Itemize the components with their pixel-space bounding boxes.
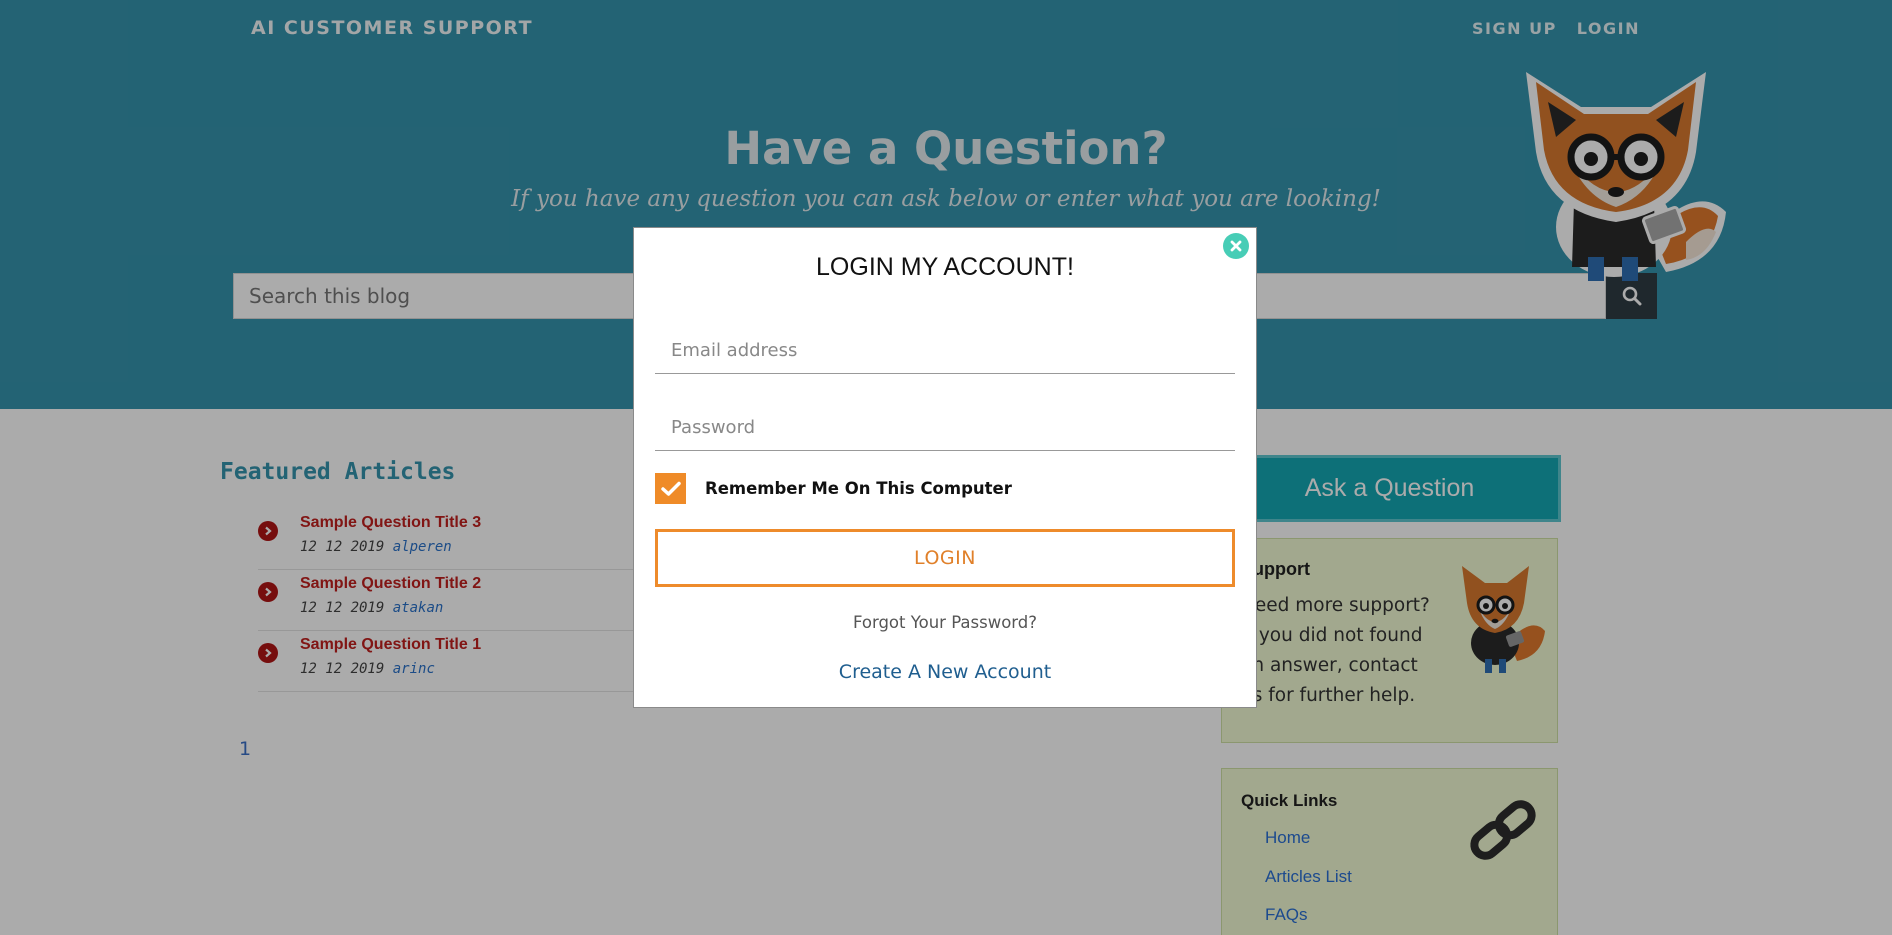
modal-title: LOGIN MY ACCOUNT! — [816, 253, 1074, 281]
password-field[interactable] — [655, 405, 1235, 451]
login-modal: LOGIN MY ACCOUNT! Remember Me On This Co… — [633, 227, 1257, 708]
create-account-link[interactable]: Create A New Account — [634, 661, 1256, 683]
checkmark-icon — [660, 481, 681, 496]
close-icon — [1230, 240, 1242, 252]
remember-me-checkbox[interactable] — [655, 473, 686, 504]
email-field[interactable] — [655, 328, 1235, 374]
forgot-password-link[interactable]: Forgot Your Password? — [634, 613, 1256, 632]
remember-me-label: Remember Me On This Computer — [705, 479, 1012, 498]
login-button[interactable]: LOGIN — [655, 529, 1235, 587]
remember-me-toggle[interactable]: Remember Me On This Computer — [655, 473, 1012, 504]
